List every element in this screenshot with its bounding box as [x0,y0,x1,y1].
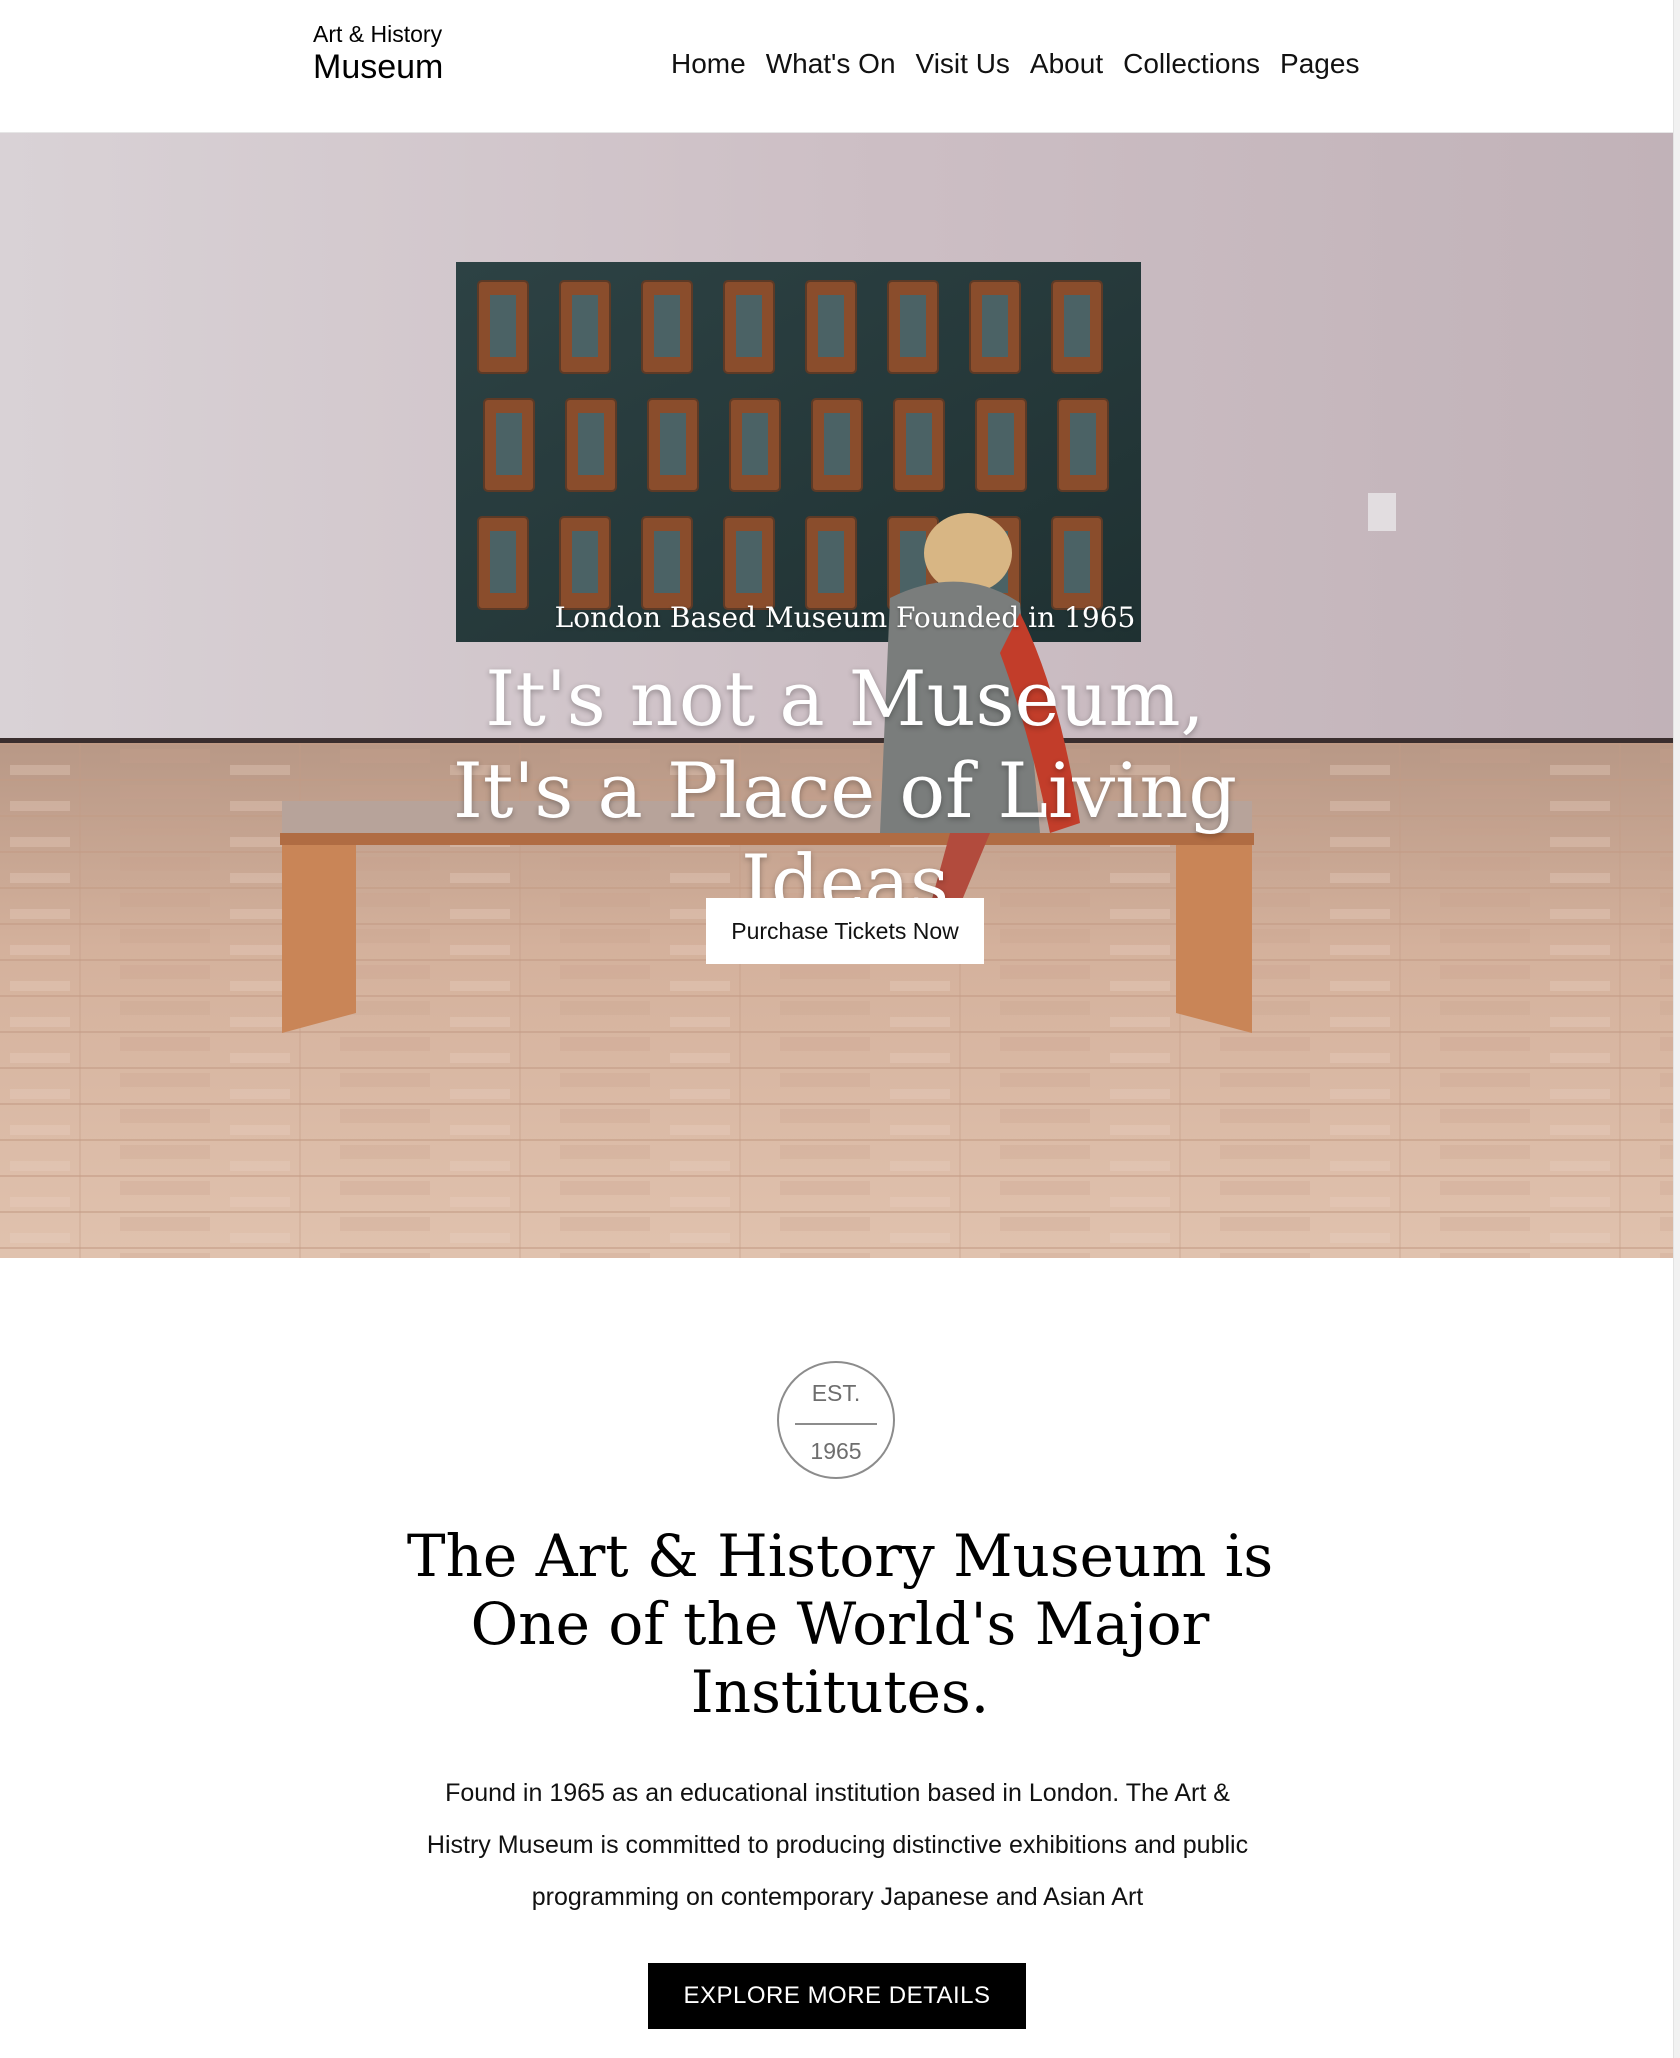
purchase-tickets-button[interactable]: Purchase Tickets Now [706,898,984,964]
badge-label: EST. [811,1380,861,1406]
nav-visit-us[interactable]: Visit Us [916,44,1010,84]
badge-divider [795,1423,877,1425]
established-badge: EST. 1965 [777,1361,895,1479]
page: Art & History Museum Home What's On Visi… [0,0,1680,2058]
hero-title: It's not a Museum, It's a Place of Livin… [452,654,1238,927]
hero-subtitle: London Based Museum Founded in 1965 [554,601,1136,634]
badge-year: 1965 [810,1438,862,1464]
logo-subtitle: Art & History [313,21,443,47]
nav-home[interactable]: Home [671,44,746,84]
nav-whats-on[interactable]: What's On [766,44,896,84]
intro-description: Found in 1965 as an educational institut… [426,1779,1249,1911]
scrollbar[interactable] [1673,0,1680,2058]
hero-section: London Based Museum Founded in 1965 It's… [0,133,1674,1258]
logo-title: Museum [313,48,444,86]
site-header: Art & History Museum Home What's On Visi… [0,0,1674,133]
nav-collections[interactable]: Collections [1123,44,1260,84]
intro-title: The Art & History Museum is One of the W… [406,1522,1274,1726]
nav-about[interactable]: About [1030,44,1103,84]
site-logo[interactable]: Art & History Museum [313,20,443,86]
nav-pages[interactable]: Pages [1280,44,1359,84]
explore-more-button[interactable]: EXPLORE MORE DETAILS [648,1963,1026,2029]
main-nav: Home What's On Visit Us About Collection… [671,44,1359,84]
